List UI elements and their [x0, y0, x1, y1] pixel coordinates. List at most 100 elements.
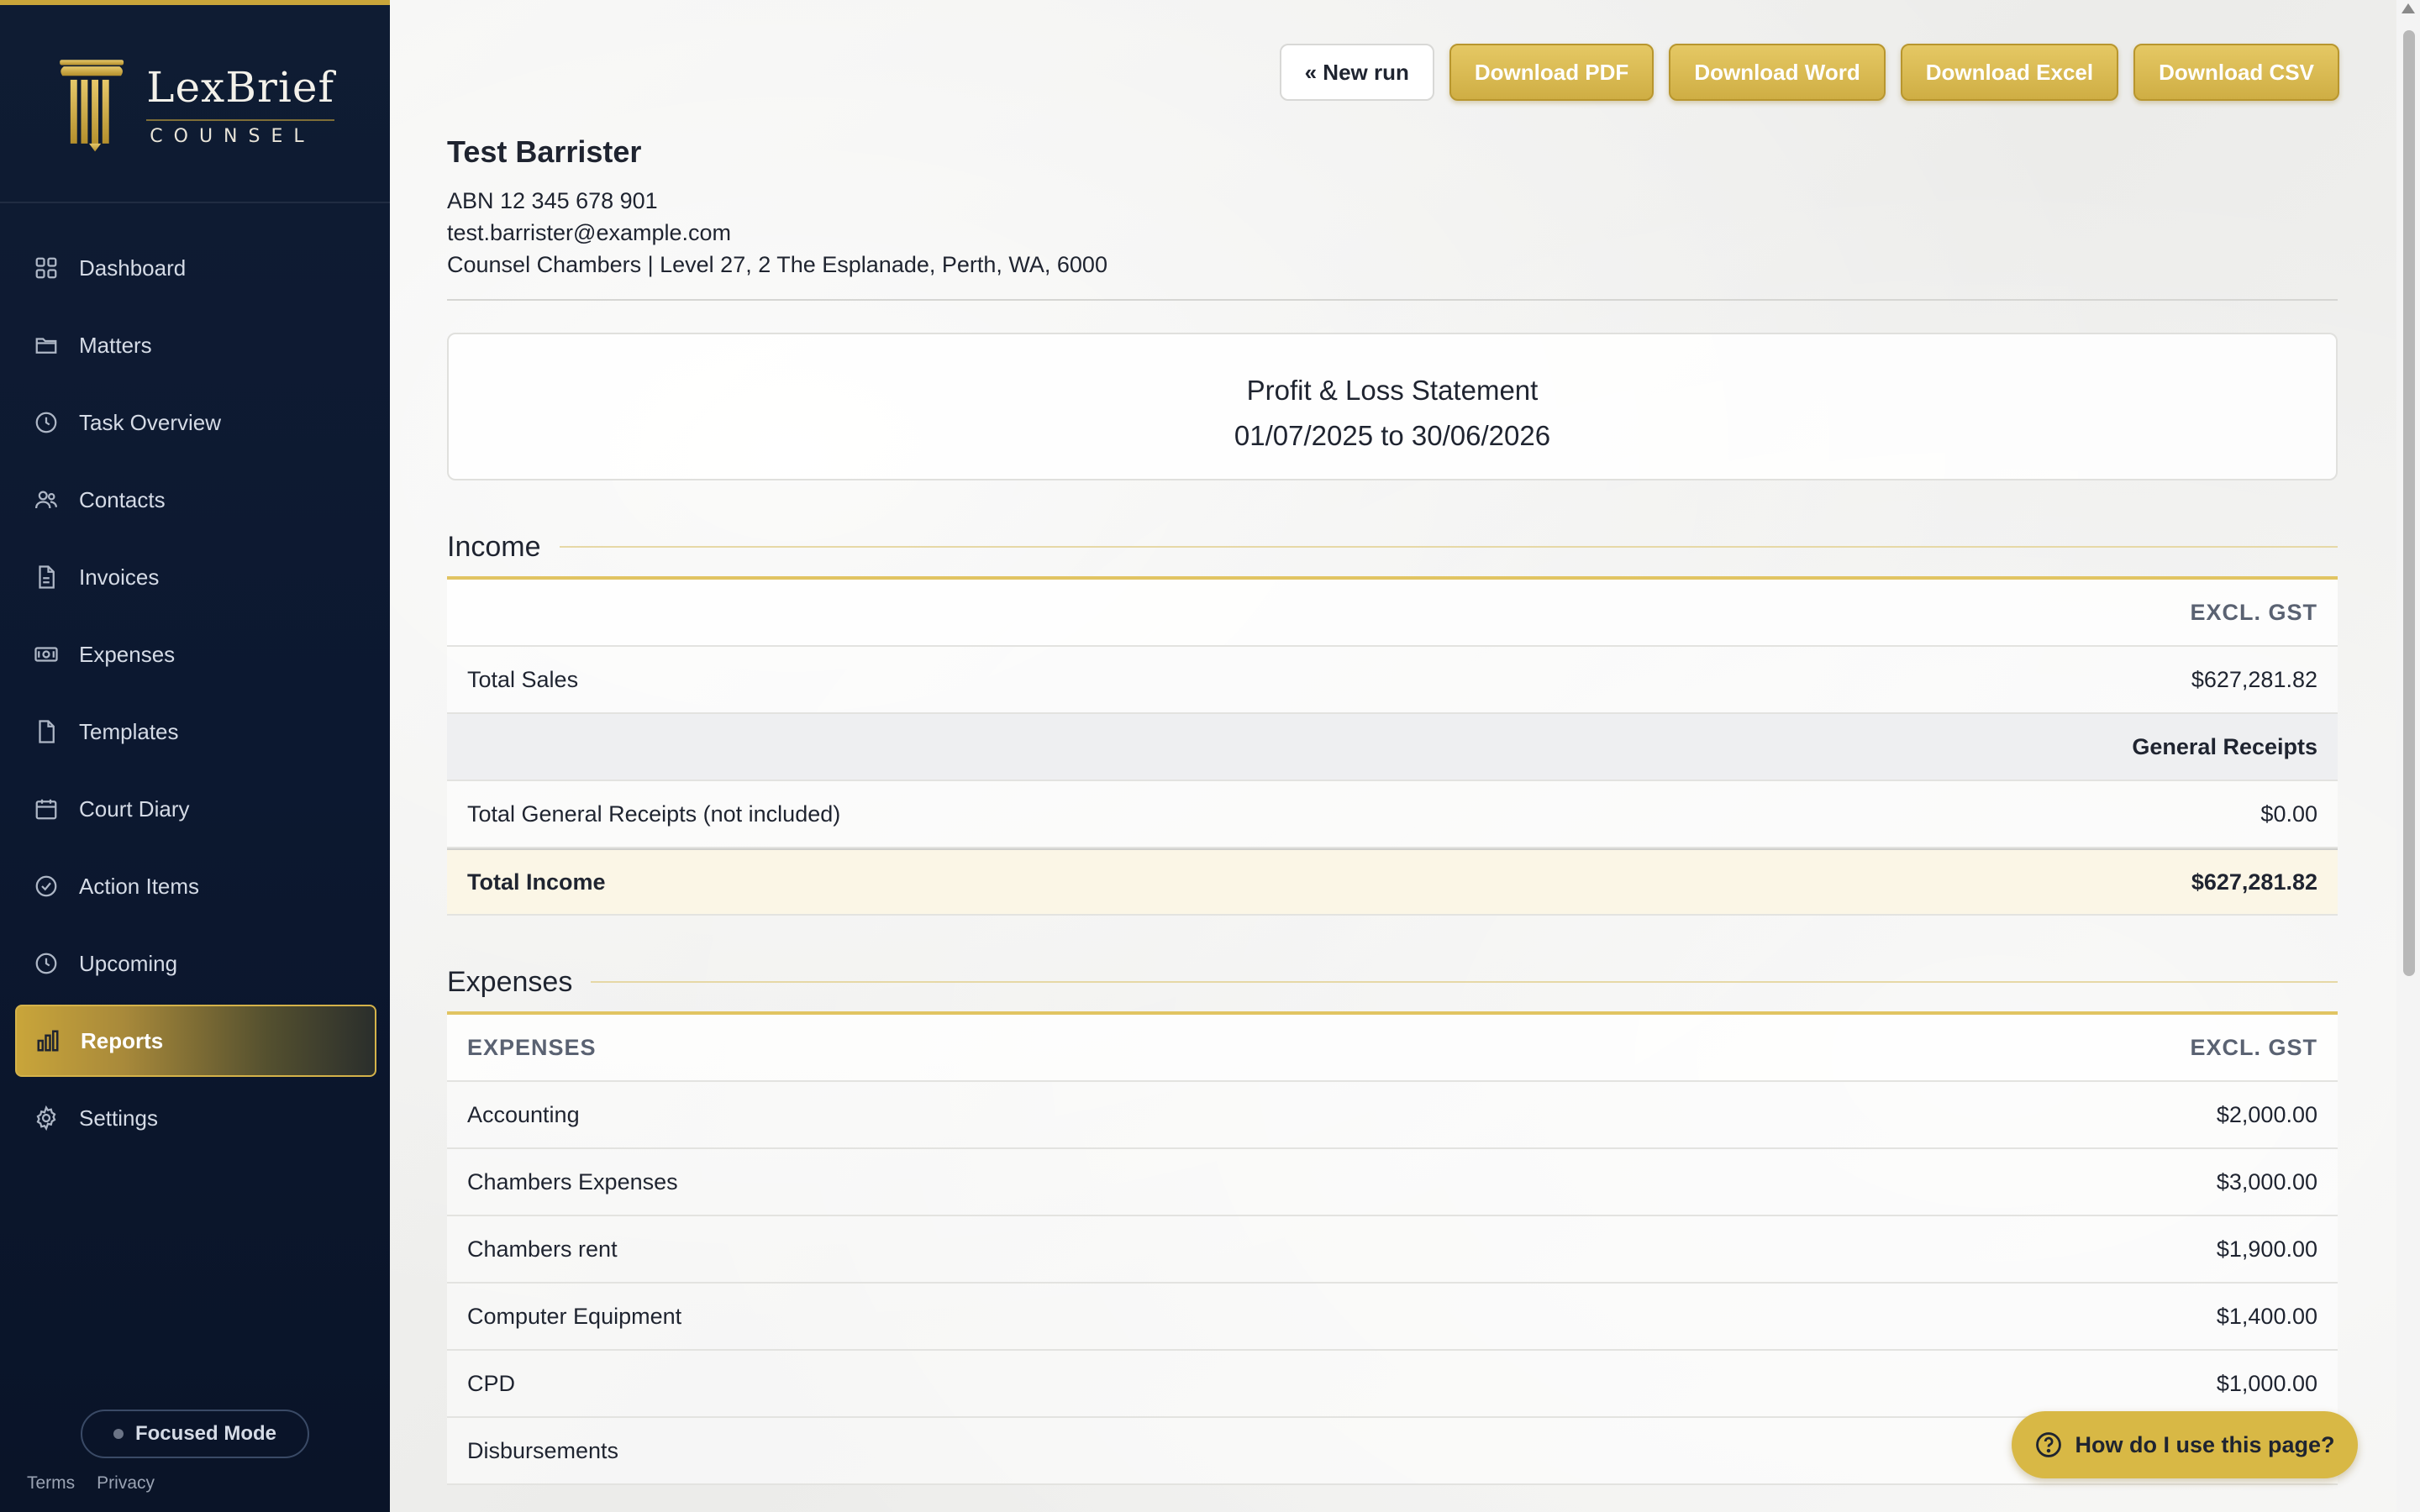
row-amount: $627,281.82	[2191, 666, 2317, 692]
row-label: Total General Receipts (not included)	[467, 801, 841, 827]
sidebar-item-dashboard[interactable]: Dashboard	[15, 232, 376, 304]
column-header: EXPENSES	[467, 1034, 597, 1060]
download-excel-button[interactable]: Download Excel	[1900, 44, 2119, 101]
sidebar: LexBrief COUNSEL Dashboard Matters Task …	[0, 0, 390, 1512]
section-rule	[559, 546, 2338, 548]
report-content: Test Barrister ABN 12 345 678 901 test.b…	[447, 134, 2338, 1485]
column-header: EXCL. GST	[2190, 1034, 2317, 1060]
subheader-label: General Receipts	[2132, 733, 2317, 759]
row-label: Chambers rent	[467, 1236, 618, 1262]
brand-sub: COUNSEL	[146, 118, 334, 147]
sidebar-item-label: Dashboard	[79, 255, 187, 281]
sidebar-item-label: Expenses	[79, 641, 176, 667]
download-pdf-button[interactable]: Download PDF	[1449, 44, 1655, 101]
sidebar-item-label: Upcoming	[79, 950, 178, 976]
table-row: Accounting $2,000.00	[447, 1082, 2338, 1149]
sidebar-item-label: Matters	[79, 332, 152, 358]
main-content: « New run Download PDF Download Word Dow…	[390, 0, 2396, 1512]
clock-icon	[35, 412, 57, 433]
privacy-link[interactable]: Privacy	[97, 1473, 155, 1494]
table-row: Total General Receipts (not included) $0…	[447, 781, 2338, 848]
sidebar-item-reports[interactable]: Reports	[15, 1005, 376, 1077]
sidebar-item-action-items[interactable]: Action Items	[15, 850, 376, 922]
firm-address: Counsel Chambers | Level 27, 2 The Espla…	[447, 252, 1107, 277]
bar-chart-icon	[37, 1030, 59, 1052]
expenses-section-header: Expenses	[447, 963, 2338, 1001]
sidebar-item-label: Settings	[79, 1105, 158, 1131]
total-amount: $627,281.82	[2191, 869, 2317, 895]
question-circle-icon	[2036, 1432, 2062, 1457]
sidebar-footer: Terms Privacy	[27, 1473, 155, 1494]
check-circle-icon	[35, 875, 57, 897]
column-header: EXCL. GST	[2190, 599, 2317, 625]
focused-mode-label: Focused Mode	[134, 1422, 276, 1445]
row-amount: $1,400.00	[2216, 1303, 2317, 1329]
table-row: Chambers Expenses $3,000.00	[447, 1149, 2338, 1216]
sidebar-item-label: Action Items	[79, 873, 200, 899]
row-amount: $0.00	[2260, 801, 2317, 827]
sidebar-item-label: Templates	[79, 718, 179, 744]
firm-abn: ABN 12 345 678 901	[447, 188, 658, 213]
sidebar-divider	[0, 202, 390, 203]
gear-icon	[36, 1105, 56, 1131]
sidebar-item-matters[interactable]: Matters	[15, 309, 376, 381]
brand-logo[interactable]: LexBrief COUNSEL	[57, 42, 334, 168]
row-amount: $2,000.00	[2216, 1101, 2317, 1127]
report-toolbar: « New run Download PDF Download Word Dow…	[1279, 44, 2339, 101]
sidebar-item-task-overview[interactable]: Task Overview	[15, 386, 376, 459]
income-section-header: Income	[447, 528, 2338, 566]
new-run-button[interactable]: « New run	[1279, 44, 1434, 101]
firm-email: test.barrister@example.com	[447, 220, 732, 245]
clock-icon	[35, 953, 57, 974]
total-row: Total Income $627,281.82	[447, 848, 2338, 916]
report-header-card: Profit & Loss Statement 01/07/2025 to 30…	[447, 333, 2338, 480]
file-icon	[39, 720, 55, 743]
sidebar-item-label: Court Diary	[79, 795, 190, 822]
sidebar-item-templates[interactable]: Templates	[15, 696, 376, 768]
table-header-row: EXPENSES EXCL. GST	[447, 1015, 2338, 1082]
sidebar-item-label: Task Overview	[79, 409, 222, 435]
scroll-up-icon[interactable]	[2402, 3, 2415, 13]
report-title: Profit & Loss Statement	[1246, 375, 1539, 406]
banknote-icon	[34, 647, 58, 662]
sidebar-item-court-diary[interactable]: Court Diary	[15, 773, 376, 845]
table-row: Computer Equipment $1,400.00	[447, 1284, 2338, 1351]
sidebar-item-settings[interactable]: Settings	[15, 1082, 376, 1154]
row-label: Total Sales	[467, 666, 579, 692]
sidebar-item-upcoming[interactable]: Upcoming	[15, 927, 376, 1000]
table-header-row: EXCL. GST	[447, 580, 2338, 647]
firm-name: Test Barrister	[447, 134, 642, 169]
focused-mode-toggle[interactable]: Focused Mode	[81, 1410, 309, 1458]
help-button[interactable]: How do I use this page?	[2012, 1411, 2358, 1478]
sidebar-item-label: Contacts	[79, 486, 166, 512]
row-label: Accounting	[467, 1101, 580, 1127]
table-row: CPD $1,000.00	[447, 1351, 2338, 1418]
row-label: Computer Equipment	[467, 1303, 682, 1329]
vertical-scrollbar[interactable]	[2396, 0, 2420, 1512]
terms-link[interactable]: Terms	[27, 1473, 75, 1494]
pillar-logo-icon	[60, 60, 124, 152]
total-label: Total Income	[467, 869, 606, 895]
row-amount: $1,900.00	[2216, 1236, 2317, 1262]
subheader-row: General Receipts	[447, 714, 2338, 781]
row-amount: $3,000.00	[2216, 1168, 2317, 1194]
sidebar-item-label: Reports	[81, 1027, 164, 1053]
sidebar-item-expenses[interactable]: Expenses	[15, 618, 376, 690]
sidebar-item-invoices[interactable]: Invoices	[15, 541, 376, 613]
section-rule	[591, 981, 2338, 983]
status-dot-icon	[113, 1429, 124, 1439]
users-icon	[35, 491, 57, 509]
sidebar-item-label: Invoices	[79, 564, 160, 590]
income-title: Income	[447, 530, 541, 563]
download-word-button[interactable]: Download Word	[1669, 44, 1886, 101]
grid-icon	[35, 257, 57, 279]
document-icon	[39, 565, 55, 589]
download-csv-button[interactable]: Download CSV	[2133, 44, 2339, 101]
sidebar-item-contacts[interactable]: Contacts	[15, 464, 376, 536]
help-label: How do I use this page?	[2075, 1431, 2335, 1457]
row-label: CPD	[467, 1370, 516, 1396]
table-row: Total Sales $627,281.82	[447, 647, 2338, 714]
calendar-icon	[35, 799, 57, 820]
scroll-thumb[interactable]	[2403, 30, 2415, 976]
income-table: EXCL. GST Total Sales $627,281.82 Genera…	[447, 580, 2338, 916]
